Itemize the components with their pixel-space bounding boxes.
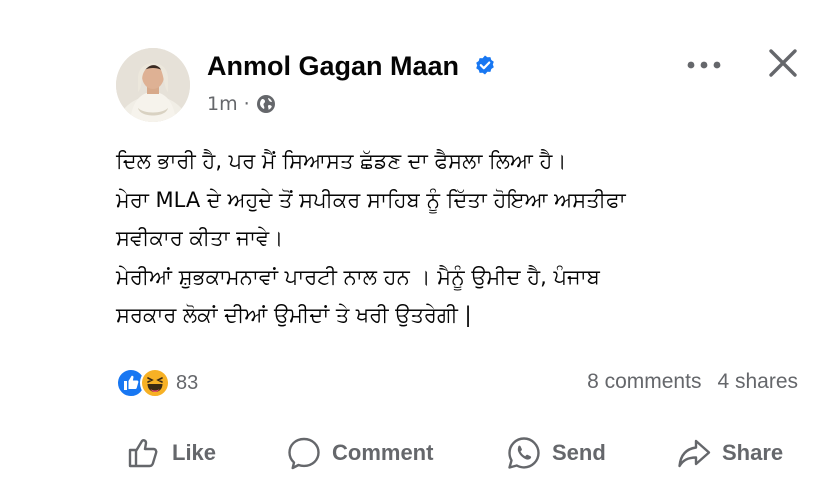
comment-label: Comment [332,440,434,465]
post-text-line: ਮੇਰੀਆਂ ਸ਼ੁਭਕਾਮਨਾਵਾਂ ਪਾਰਟੀ ਨਾਲ ਹਨ । ਮੈਨੂੰ… [116,264,600,289]
post-meta: 1m · [207,92,276,116]
post-text-line: ਸਵੀਕਾਰ ਕੀਤਾ ਜਾਵੇ। [116,226,284,250]
close-icon [769,49,797,77]
share-label: Share [722,440,784,465]
meta-separator: · [243,93,250,115]
comments-count[interactable]: 8 comments [587,370,701,394]
post-text-line: ਦਿਲ ਭਾਰੀ ਹੈ, ਪਰ ਮੈਂ ਸਿਆਸਤ ਛੱਡਣ ਦਾ ਫੈਸਲਾ … [116,149,567,173]
send-button[interactable]: Send [506,430,606,476]
post-text-line: ਮੇਰਾ MLA ਦੇ ਅਹੁਦੇ ਤੋਂ ਸਪੀਕਰ ਸਾਹਿਬ ਨੂੰ ਦਿ… [116,187,626,212]
thumbs-up-icon [128,439,158,468]
post-stats: 8 comments 4 shares [587,370,798,394]
post-text-line: ਸਰਕਾਰ ਲੋਕਾਂ ਦੀਆਂ ਉਮੀਦਾਂ ਤੇ ਖਰੀ ਉਤਰੇਗੀ | [116,303,472,327]
comment-button[interactable]: Comment [286,430,433,476]
post-text: ਦਿਲ ਭਾਰੀ ਹੈ, ਪਰ ਮੈਂ ਸਿਆਸਤ ਛੱਡਣ ਦਾ ਫੈਸਲਾ … [116,142,816,335]
share-arrow-icon [678,439,711,468]
reactions-summary[interactable]: 83 [116,368,198,398]
avatar-image [116,48,190,122]
post-timestamp[interactable]: 1m [207,92,238,116]
comment-icon [288,437,320,470]
action-bar: Like Comment Send Share [100,430,815,476]
author-name[interactable]: Anmol Gagan Maan [207,51,459,81]
whatsapp-icon [508,437,540,469]
close-button[interactable] [764,44,802,82]
more-options-button[interactable] [683,50,725,80]
shares-count[interactable]: 4 shares [717,370,798,394]
more-dots-icon [687,61,721,69]
author-avatar[interactable] [116,48,190,122]
verified-badge-icon [475,55,494,75]
haha-reaction-icon [140,368,170,398]
like-button[interactable]: Like [126,430,216,476]
share-button[interactable]: Share [676,430,783,476]
globe-icon [256,95,275,113]
send-label: Send [552,440,606,465]
like-label: Like [172,440,217,465]
author-name-row[interactable]: Anmol Gagan Maan [207,50,497,82]
reaction-count[interactable]: 83 [176,372,198,395]
